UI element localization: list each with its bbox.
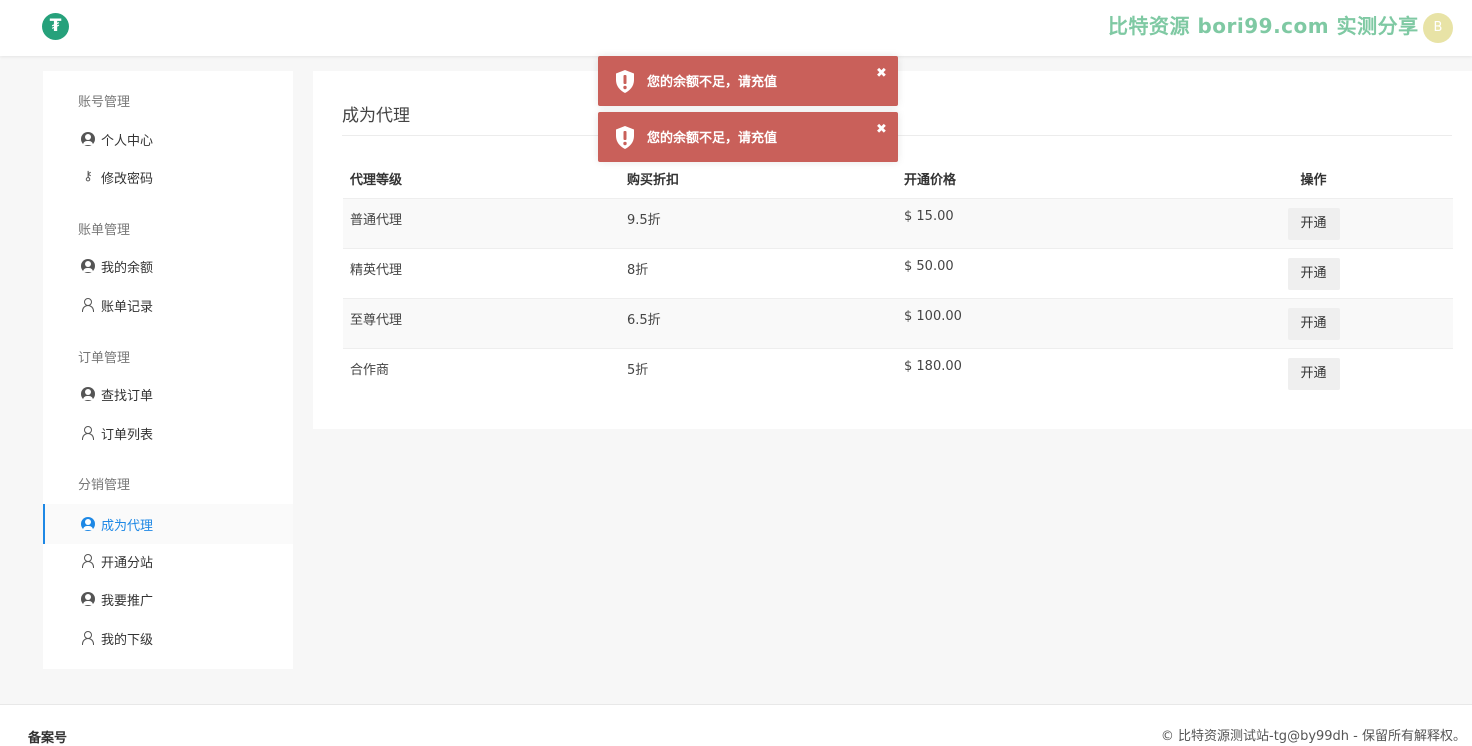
- sidebar-item-become-agent[interactable]: 成为代理: [43, 504, 293, 544]
- open-agent-button[interactable]: 开通: [1287, 257, 1340, 290]
- user-outline-icon: [81, 631, 95, 645]
- sidebar-item-label: 个人中心: [101, 133, 154, 149]
- table-row: 至尊代理 6.5折 $ 100.00 开通: [343, 297, 1453, 348]
- sidebar-item-label: 我的余额: [101, 260, 154, 276]
- sidebar-group-title: 账号管理: [78, 95, 131, 110]
- key-icon: ⚷: [83, 169, 93, 184]
- sidebar-item-label: 开通分站: [101, 555, 154, 571]
- table-row: 合作商 5折 $ 180.00 开通: [343, 347, 1453, 398]
- discount-cell: 8折: [620, 247, 897, 298]
- open-agent-button[interactable]: 开通: [1287, 207, 1340, 240]
- shield-alert-icon: [616, 70, 634, 93]
- discount-cell: 5折: [620, 347, 897, 398]
- user-solid-icon: [81, 259, 95, 273]
- price-cell: $ 100.00: [897, 297, 1174, 348]
- action-cell: 开通: [1174, 347, 1453, 398]
- error-toast: 您的余额不足，请充值 ✖: [598, 56, 898, 106]
- copyright-text: © 比特资源测试站-tg@by99dh - 保留所有解释权。: [1160, 729, 1466, 744]
- tether-logo-icon[interactable]: ₮: [42, 13, 69, 40]
- avatar[interactable]: B: [1423, 13, 1453, 43]
- user-outline-icon: [81, 426, 95, 440]
- level-cell: 精英代理: [343, 247, 620, 298]
- column-header: 购买折扣: [627, 173, 680, 189]
- column-header: 开通价格: [904, 173, 957, 189]
- sidebar: 账号管理 个人中心 ⚷ 修改密码 账单管理 我的余额 账单记录 订单管理 查找订…: [43, 71, 293, 669]
- sidebar-item-bill-records[interactable]: 账单记录: [43, 285, 293, 325]
- user-solid-icon: [81, 387, 95, 401]
- column-header: 代理等级: [350, 173, 403, 189]
- agent-level-table: 代理等级 购买折扣 开通价格 操作 普通代理 9.5折 $ 15.00 开通 精…: [343, 160, 1453, 398]
- sidebar-group-title: 分销管理: [78, 478, 131, 493]
- user-solid-icon: [81, 592, 95, 606]
- price-cell: $ 15.00: [897, 197, 1174, 248]
- error-toast: 您的余额不足，请充值 ✖: [598, 112, 898, 162]
- level-cell: 合作商: [343, 347, 620, 398]
- user-solid-icon: [81, 517, 95, 531]
- sidebar-item-balance[interactable]: 我的余额: [43, 246, 293, 286]
- action-cell: 开通: [1174, 197, 1453, 248]
- open-agent-button[interactable]: 开通: [1287, 307, 1340, 340]
- action-cell: 开通: [1174, 247, 1453, 298]
- discount-cell: 9.5折: [620, 197, 897, 248]
- top-header: ₮ 比特资源 bori99.com 实测分享 B: [0, 0, 1472, 56]
- sidebar-item-label: 订单列表: [101, 427, 154, 443]
- level-cell: 普通代理: [343, 197, 620, 248]
- watermark-text: 比特资源 bori99.com 实测分享: [1108, 14, 1419, 38]
- sidebar-item-label: 修改密码: [101, 171, 154, 187]
- column-header: 操作: [1300, 173, 1327, 189]
- toast-message: 您的余额不足，请充值: [647, 75, 778, 90]
- table-row: 精英代理 8折 $ 50.00 开通: [343, 247, 1453, 298]
- table-row: 普通代理 9.5折 $ 15.00 开通: [343, 197, 1453, 248]
- level-cell: 至尊代理: [343, 297, 620, 348]
- sidebar-item-label: 成为代理: [101, 518, 154, 534]
- sidebar-item-order-list[interactable]: 订单列表: [43, 413, 293, 453]
- sidebar-item-subordinates[interactable]: 我的下级: [43, 618, 293, 658]
- close-icon[interactable]: ✖: [876, 66, 887, 81]
- sidebar-item-open-substation[interactable]: 开通分站: [43, 541, 293, 581]
- user-solid-icon: [81, 132, 95, 146]
- page-title: 成为代理: [342, 106, 410, 126]
- toast-message: 您的余额不足，请充值: [647, 131, 778, 146]
- sidebar-item-find-order[interactable]: 查找订单: [43, 374, 293, 414]
- action-cell: 开通: [1174, 297, 1453, 348]
- price-cell: $ 180.00: [897, 347, 1174, 398]
- user-outline-icon: [81, 554, 95, 568]
- sidebar-group-title: 订单管理: [78, 351, 131, 366]
- discount-cell: 6.5折: [620, 297, 897, 348]
- close-icon[interactable]: ✖: [876, 122, 887, 137]
- user-outline-icon: [81, 298, 95, 312]
- open-agent-button[interactable]: 开通: [1287, 357, 1340, 390]
- sidebar-group-title: 账单管理: [78, 223, 131, 238]
- price-cell: $ 50.00: [897, 247, 1174, 298]
- sidebar-item-label: 我的下级: [101, 632, 154, 648]
- sidebar-item-label: 账单记录: [101, 299, 154, 315]
- table-header-row: 代理等级 购买折扣 开通价格 操作: [343, 160, 1453, 198]
- footer: 备案号 © 比特资源测试站-tg@by99dh - 保留所有解释权。: [0, 704, 1472, 746]
- sidebar-item-label: 查找订单: [101, 388, 154, 404]
- sidebar-item-label: 我要推广: [101, 593, 154, 609]
- sidebar-item-profile[interactable]: 个人中心: [43, 119, 293, 159]
- icp-record-link[interactable]: 备案号: [28, 727, 67, 746]
- sidebar-item-promote[interactable]: 我要推广: [43, 579, 293, 619]
- shield-alert-icon: [616, 126, 634, 149]
- sidebar-item-change-password[interactable]: ⚷ 修改密码: [43, 157, 293, 197]
